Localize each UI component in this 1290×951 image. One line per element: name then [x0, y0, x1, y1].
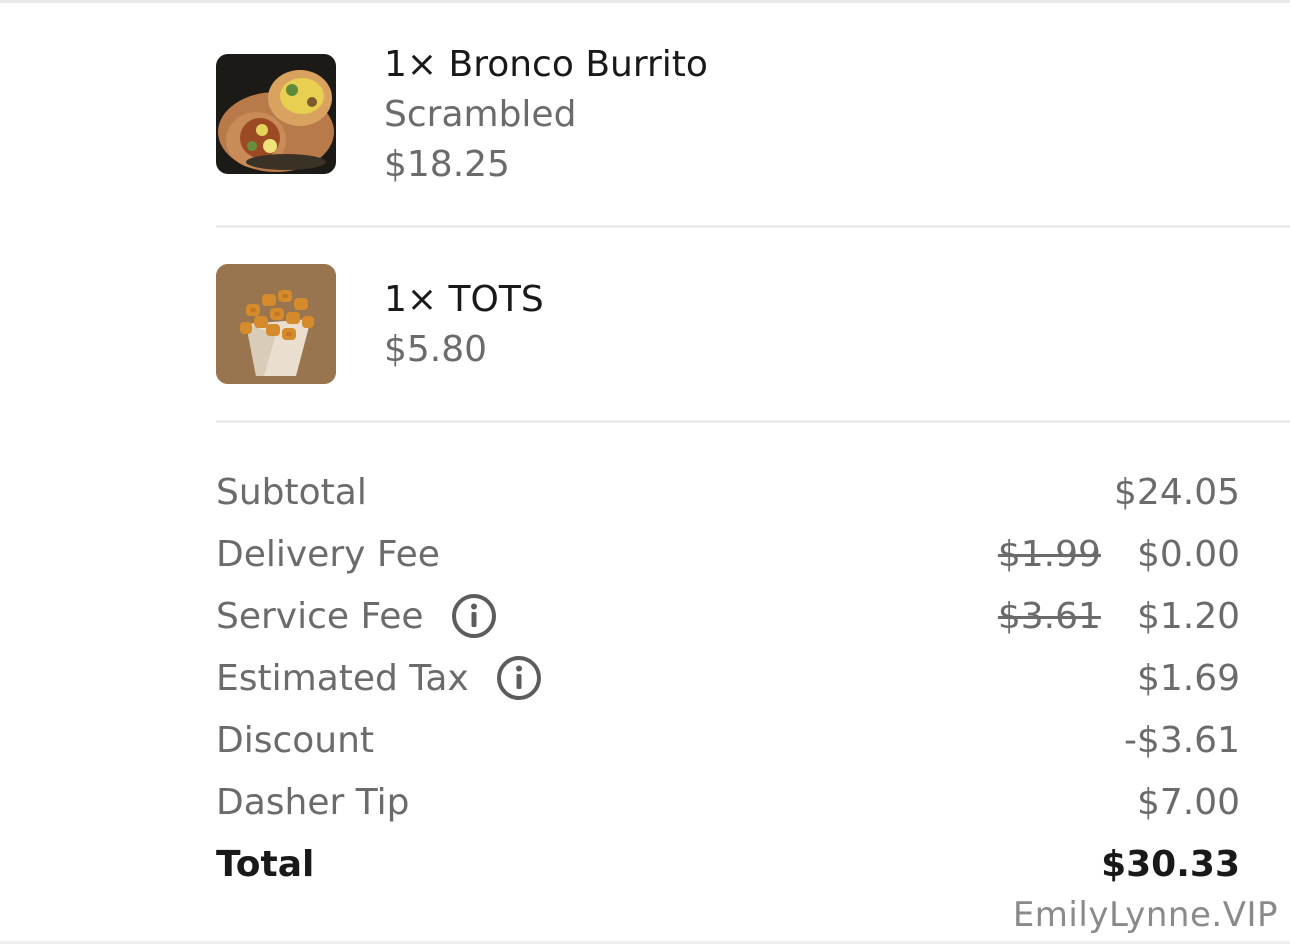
price-summary: Subtotal $24.05 Delivery Fee $1.99 $0.00… [216, 461, 1240, 895]
order-item-burrito[interactable]: 1× Bronco Burrito Scrambled $18.25 [216, 44, 1290, 185]
estimated-tax-label: Estimated Tax [216, 657, 469, 699]
info-icon[interactable] [495, 654, 543, 702]
item-divider [216, 225, 1290, 228]
estimated-tax-row: Estimated Tax $1.69 [216, 647, 1240, 709]
subtotal-row: Subtotal $24.05 [216, 461, 1240, 523]
item-name: 1× Bronco Burrito [384, 44, 708, 85]
watermark: EmilyLynne.VIP [1012, 895, 1278, 935]
order-summary-page: 1× Bronco Burrito Scrambled $18.25 1× TO… [0, 0, 1290, 951]
dasher-tip-label: Dasher Tip [216, 781, 410, 823]
subtotal-value: $24.05 [1114, 471, 1240, 513]
order-item-tots[interactable]: 1× TOTS $5.80 [216, 264, 1290, 384]
service-fee-row: Service Fee $3.61 $1.20 [216, 585, 1240, 647]
bottom-divider [0, 941, 1290, 944]
top-divider [0, 0, 1290, 3]
subtotal-label: Subtotal [216, 471, 367, 513]
total-row: Total $30.33 [216, 833, 1240, 895]
tots-photo [216, 264, 336, 384]
discount-row: Discount -$3.61 [216, 709, 1240, 771]
estimated-tax-value: $1.69 [1136, 657, 1240, 699]
item-details: 1× TOTS $5.80 [384, 275, 544, 375]
item-price: $5.80 [384, 329, 488, 370]
service-fee-original: $3.61 [997, 595, 1101, 637]
delivery-fee-original: $1.99 [997, 533, 1101, 575]
item-name: 1× TOTS [384, 279, 544, 320]
delivery-fee-value: $0.00 [1136, 533, 1240, 575]
item-price: $18.25 [384, 144, 510, 185]
dasher-tip-row: Dasher Tip $7.00 [216, 771, 1240, 833]
item-option: Scrambled [384, 94, 577, 135]
dasher-tip-value: $7.00 [1136, 781, 1240, 823]
total-value: $30.33 [1101, 843, 1240, 885]
burrito-photo [216, 54, 336, 174]
service-fee-label: Service Fee [216, 595, 424, 637]
service-fee-value: $1.20 [1136, 595, 1240, 637]
delivery-fee-label: Delivery Fee [216, 533, 440, 575]
discount-label: Discount [216, 719, 375, 761]
discount-value: -$3.61 [1123, 719, 1240, 761]
total-label: Total [216, 843, 315, 885]
info-icon[interactable] [450, 592, 498, 640]
item-details: 1× Bronco Burrito Scrambled $18.25 [384, 40, 708, 190]
delivery-fee-row: Delivery Fee $1.99 $0.00 [216, 523, 1240, 585]
summary-divider [216, 420, 1290, 423]
